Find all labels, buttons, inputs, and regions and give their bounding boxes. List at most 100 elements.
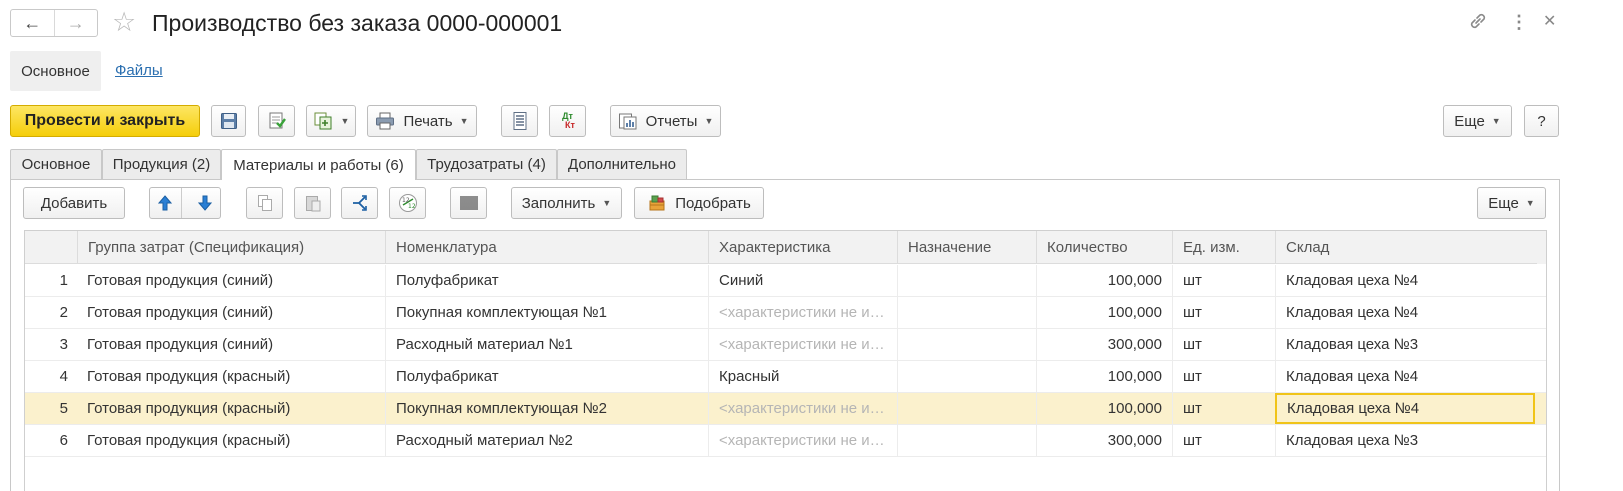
column-header-warehouse[interactable]: Склад bbox=[1275, 231, 1537, 264]
purpose-cell[interactable] bbox=[897, 393, 1036, 424]
renumber-button[interactable]: 12 12 bbox=[389, 187, 426, 219]
characteristic-cell[interactable]: Синий bbox=[708, 265, 897, 296]
unit-cell[interactable]: шт bbox=[1172, 425, 1275, 456]
back-arrow-icon[interactable]: ← bbox=[11, 10, 54, 36]
nomenclature-cell[interactable]: Покупная комплектующая №1 bbox=[385, 297, 708, 328]
warehouse-cell[interactable]: Кладовая цеха №4 bbox=[1275, 265, 1537, 296]
chevron-down-icon: ▼ bbox=[459, 116, 469, 126]
favorite-star-icon[interactable]: ☆ bbox=[112, 6, 136, 38]
purpose-cell[interactable] bbox=[897, 265, 1036, 296]
column-header-unit[interactable]: Ед. изм. bbox=[1172, 231, 1275, 264]
characteristic-cell[interactable]: <характеристики не и… bbox=[708, 425, 897, 456]
tab-additional[interactable]: Дополнительно bbox=[557, 149, 687, 179]
unit-cell[interactable]: шт bbox=[1172, 265, 1275, 296]
table-more-label: Еще bbox=[1488, 194, 1519, 212]
nomenclature-cell[interactable]: Полуфабрикат bbox=[385, 265, 708, 296]
nomenclature-cell[interactable]: Полуфабрикат bbox=[385, 361, 708, 392]
table-row[interactable]: 2 Готовая продукция (синий) Покупная ком… bbox=[25, 297, 1546, 329]
warehouse-cell[interactable]: Кладовая цеха №4 bbox=[1275, 361, 1537, 392]
table-row[interactable]: 4 Готовая продукция (красный) Полуфабрик… bbox=[25, 361, 1546, 393]
post-and-close-button[interactable]: Провести и закрыть bbox=[10, 105, 200, 137]
fill-button[interactable]: Заполнить ▼ bbox=[511, 187, 622, 219]
copy-row-button[interactable] bbox=[246, 187, 283, 219]
quantity-cell[interactable]: 300,000 bbox=[1036, 329, 1172, 360]
table-more-button[interactable]: Еще ▼ bbox=[1477, 187, 1546, 219]
help-button[interactable]: ? bbox=[1524, 105, 1559, 137]
move-down-arrow-icon[interactable] bbox=[190, 188, 221, 218]
quantity-cell[interactable]: 100,000 bbox=[1036, 393, 1172, 424]
characteristic-cell[interactable]: Красный bbox=[708, 361, 897, 392]
forward-arrow-icon[interactable]: → bbox=[53, 10, 98, 36]
reports-button[interactable]: Отчеты ▼ bbox=[610, 105, 721, 137]
link-icon[interactable] bbox=[1467, 10, 1489, 38]
tab-main[interactable]: Основное bbox=[10, 149, 102, 179]
barcode-scan-button[interactable] bbox=[450, 187, 487, 219]
nomenclature-cell[interactable]: Покупная комплектующая №2 bbox=[385, 393, 708, 424]
purpose-cell[interactable] bbox=[897, 361, 1036, 392]
print-label: Печать bbox=[403, 112, 453, 130]
create-based-on-button[interactable]: ▼ bbox=[306, 105, 356, 137]
header-scroll-strip bbox=[1537, 231, 1546, 264]
column-header-nomenclature[interactable]: Номенклатура bbox=[385, 231, 708, 264]
cost-group-cell[interactable]: Готовая продукция (синий) bbox=[77, 265, 385, 296]
characteristic-cell[interactable]: <характеристики не и… bbox=[708, 329, 897, 360]
quantity-cell[interactable]: 100,000 bbox=[1036, 265, 1172, 296]
column-header-quantity[interactable]: Количество bbox=[1036, 231, 1172, 264]
table-row[interactable]: 3 Готовая продукция (синий) Расходный ма… bbox=[25, 329, 1546, 361]
dt-kt-button[interactable]: Дт Кт bbox=[549, 105, 586, 137]
cost-group-cell[interactable]: Готовая продукция (синий) bbox=[77, 329, 385, 360]
help-label: ? bbox=[1537, 112, 1546, 130]
section-main[interactable]: Основное bbox=[10, 51, 101, 91]
warehouse-cell[interactable]: Кладовая цеха №3 bbox=[1275, 329, 1537, 360]
characteristic-cell[interactable]: <характеристики не и… bbox=[708, 297, 897, 328]
warehouse-cell[interactable]: Кладовая цеха №4 bbox=[1275, 297, 1537, 328]
tab-materials-and-works[interactable]: Материалы и работы (6) bbox=[221, 149, 416, 180]
add-row-button[interactable]: Добавить bbox=[23, 187, 125, 219]
column-header-purpose[interactable]: Назначение bbox=[897, 231, 1036, 264]
chevron-down-icon: ▼ bbox=[1491, 116, 1501, 126]
unit-cell[interactable]: шт bbox=[1172, 297, 1275, 328]
tab-products[interactable]: Продукция (2) bbox=[102, 149, 221, 179]
print-button[interactable]: Печать ▼ bbox=[367, 105, 477, 137]
nomenclature-cell[interactable]: Расходный материал №2 bbox=[385, 425, 708, 456]
chevron-down-icon: ▼ bbox=[1525, 198, 1535, 208]
purpose-cell[interactable] bbox=[897, 297, 1036, 328]
warehouse-cell-focused[interactable]: Кладовая цеха №4 bbox=[1275, 393, 1535, 424]
cost-group-cell[interactable]: Готовая продукция (синий) bbox=[77, 297, 385, 328]
unit-cell[interactable]: шт bbox=[1172, 361, 1275, 392]
document-structure-button[interactable] bbox=[501, 105, 538, 137]
close-icon[interactable]: ✕ bbox=[1543, 10, 1556, 34]
warehouse-cell[interactable]: Кладовая цеха №3 bbox=[1275, 425, 1537, 456]
history-nav: ← → bbox=[10, 9, 98, 37]
purpose-cell[interactable] bbox=[897, 329, 1036, 360]
section-files-link[interactable]: Файлы bbox=[115, 62, 163, 79]
save-button[interactable] bbox=[211, 105, 246, 137]
unit-cell[interactable]: шт bbox=[1172, 329, 1275, 360]
characteristic-cell[interactable]: <характеристики не и… bbox=[708, 393, 897, 424]
table-row-selected[interactable]: 5 Готовая продукция (красный) Покупная к… bbox=[25, 393, 1546, 425]
tab-labor-costs[interactable]: Трудозатраты (4) bbox=[416, 149, 557, 179]
row-number: 5 bbox=[59, 400, 68, 417]
post-document-button[interactable] bbox=[258, 105, 295, 137]
table-row[interactable]: 1 Готовая продукция (синий) Полуфабрикат… bbox=[25, 265, 1546, 297]
pick-items-button[interactable]: Подобрать bbox=[634, 187, 764, 219]
list-stack-icon bbox=[511, 111, 529, 131]
column-header-cost-group[interactable]: Группа затрат (Спецификация) bbox=[77, 231, 385, 264]
cost-group-cell[interactable]: Готовая продукция (красный) bbox=[77, 361, 385, 392]
more-actions-button[interactable]: Еще ▼ bbox=[1443, 105, 1512, 137]
quantity-cell[interactable]: 300,000 bbox=[1036, 425, 1172, 456]
nomenclature-cell[interactable]: Расходный материал №1 bbox=[385, 329, 708, 360]
column-header-characteristic[interactable]: Характеристика bbox=[708, 231, 897, 264]
move-up-arrow-icon[interactable] bbox=[150, 188, 182, 218]
paste-row-button[interactable] bbox=[294, 187, 331, 219]
quantity-cell[interactable]: 100,000 bbox=[1036, 361, 1172, 392]
table-row[interactable]: 6 Готовая продукция (красный) Расходный … bbox=[25, 425, 1546, 457]
purpose-cell[interactable] bbox=[897, 425, 1036, 456]
quantity-cell[interactable]: 100,000 bbox=[1036, 297, 1172, 328]
column-header-number[interactable] bbox=[25, 231, 77, 264]
split-row-button[interactable] bbox=[341, 187, 378, 219]
more-vertical-icon[interactable]: ⋮ bbox=[1510, 10, 1528, 34]
unit-cell[interactable]: шт bbox=[1172, 393, 1275, 424]
cost-group-cell[interactable]: Готовая продукция (красный) bbox=[77, 425, 385, 456]
cost-group-cell[interactable]: Готовая продукция (красный) bbox=[77, 393, 385, 424]
